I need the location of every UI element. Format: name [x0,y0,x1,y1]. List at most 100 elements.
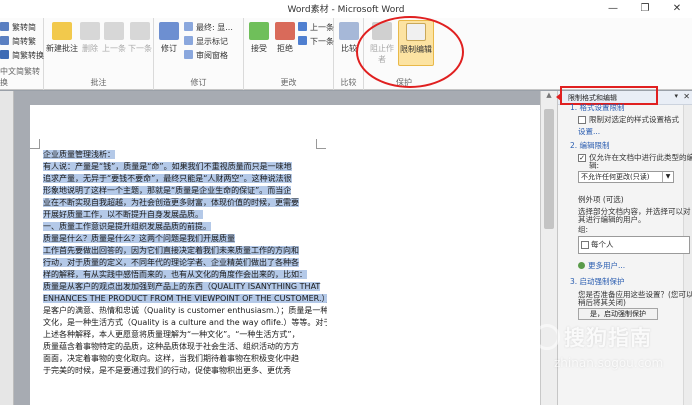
vertical-ruler [0,91,14,405]
editing-restrictions-heading: 2. 编辑限制 [570,141,610,150]
comment-icon [52,22,72,40]
watermark: 搜狗指南 zhinan.sogou.com [530,322,692,402]
chevron-down-icon: ▼ [662,172,673,182]
track-changes-button[interactable]: 修订 [157,22,181,54]
reject-button[interactable]: 拒绝 [273,22,297,54]
line-text: 是客户的满意、热情和忠诚（Quality is customer enthusi… [43,306,327,315]
selected-text: 一、质量工作意识是提升组织发展品质的前提。 [43,222,211,231]
pane-close-icon[interactable]: ✕ [683,92,690,101]
markup-icon [184,36,193,45]
restore-button[interactable]: ❐ [630,1,660,17]
text-line[interactable]: 样的解释，有从实践中感悟而来的，也有从文化的角度作会出来的，比如： [43,269,327,281]
convert-icon [0,50,9,59]
convert-icon [0,36,9,45]
line-text: 于完美的时候，是不是要通过我们的行动，促使事物积出更多、更优秀 [43,366,291,375]
text-line[interactable]: 业在不断实现自我超越，为社会创造更多财富，体现价值的时候，更需要 [43,197,327,209]
selected-text: ENHANCES THE PRODUCT FROM THE VIEWPOINT … [43,294,327,303]
minimize-button[interactable]: — [598,1,628,17]
prev-comment-icon [104,22,124,40]
text-line[interactable]: 行动，对于质量的定义，不同年代的理论学者、企业精英们做出了各种各 [43,257,327,269]
tracking-group: 修订 最终: 显... 显示标记 审阅窗格 修订 [154,18,244,90]
next-arrow-icon [298,36,307,45]
show-markup-button[interactable]: 显示标记 [184,36,228,48]
prev-comment-button[interactable]: 上一条 [102,22,126,54]
group-label: 中文简繁转换 [0,67,40,87]
selected-text: 有人说：产量是“钱”，质量是“命”。如果我们不重视质量而只是一味地 [43,162,292,171]
group-label: 比较 [340,78,357,87]
scroll-up-icon[interactable]: ▲ [541,91,557,103]
start-enforcing-protection-button[interactable]: 是，启动强制保护 [578,308,658,320]
text-line[interactable]: 开展好质量工作，以不断提升自身发展品质。 [43,209,327,221]
text-line[interactable]: 一、质量工作意识是提升组织发展品质的前提。 [43,221,327,233]
text-line[interactable]: 工作首先要做出回答的，因为它们直接决定着我们未来质量工作的方向和 [43,245,327,257]
title-bar: Word素材 - Microsoft Word — ❐ ✕ [0,0,692,18]
text-line[interactable]: 企业质量管理浅析： [43,149,327,161]
everyone-label: 每个人 [591,240,614,249]
text-line[interactable]: 形象地说明了这样一个主题，那就是“质量是企业生命的保证”。而当企 [43,185,327,197]
review-pane-button[interactable]: 审阅窗格 [184,50,228,62]
annotation-ellipse [356,16,464,88]
format-settings-link[interactable]: 设置... [578,127,600,137]
scrollbar-thumb[interactable] [544,109,554,229]
editing-restriction-label-cont: 辑: [589,161,600,170]
selected-text: 业在不断实现自我超越，为社会创造更多财富，体现价值的时候，更需要 [43,198,299,207]
line-text: 面面，决定着事物的变化取向。这样，当我们期待着事物在积极变化中趋 [43,354,299,363]
convert-icon [0,22,9,31]
line-text: 文化，是一种生活方式（Quality is a culture and the … [43,318,327,327]
compare-icon [339,22,359,40]
watermark-url: zhinan.sogou.com [554,356,664,370]
text-line[interactable]: 面面，决定着事物的变化取向。这样，当我们期待着事物在积极变化中趋 [43,353,327,365]
everyone-checkbox[interactable] [581,241,589,249]
text-line[interactable]: 有人说：产量是“钱”，质量是“命”。如果我们不重视质量而只是一味地 [43,161,327,173]
changes-group: 接受 拒绝 上一条 下一条 更改 [244,18,334,90]
selected-text: 企业质量管理浅析： [43,150,115,159]
text-line[interactable]: 质量是什么？质量是什么？这两个问题是我们开展质量 [43,233,327,245]
selected-text: 质量是什么？质量是什么？这两个问题是我们开展质量 [43,234,235,243]
editing-restriction-checkbox[interactable]: ✓ [578,154,586,162]
text-line[interactable]: 于完美的时候，是不是要通过我们的行动，促使事物积出更多、更优秀 [43,365,327,377]
text-line[interactable]: 是客户的满意、热情和忠诚（Quality is customer enthusi… [43,305,327,317]
document-icon [184,22,193,31]
pane-menu-icon[interactable]: ▾ [674,92,678,100]
selected-text: 形象地说明了这样一个主题，那就是“质量是企业生命的保证”。而当企 [43,186,292,195]
document-text[interactable]: 企业质量管理浅析： 有人说：产量是“钱”，质量是“命”。如果我们不重视质量而只是一… [43,149,327,377]
new-comment-button[interactable]: 新建批注 [46,22,78,54]
groups-listbox[interactable]: 每个人 [578,236,690,254]
annotation-arrow-icon [556,93,561,101]
exceptions-heading: 例外项 (可选) [578,195,624,204]
selected-text: 质量是从客户的观点出发加强到产品上的东西（QUALITY ISANYTHING … [43,282,321,291]
next-comment-icon [130,22,150,40]
text-line[interactable]: 质量是从客户的观点出发加强到产品上的东西（QUALITY ISANYTHING … [43,281,327,293]
watermark-text: 搜狗指南 [564,326,652,350]
users-icon [578,262,585,269]
text-line[interactable]: 上述各种解释，本人更愿意将质量理解为“一种文化”。“一种生活方式”， [43,329,327,341]
trad-to-simp-button[interactable]: 繁转简 [0,22,36,34]
text-line[interactable]: 文化，是一种生活方式（Quality is a culture and the … [43,317,327,329]
chinese-conversion-group: 繁转简 简转繁 简繁转换 中文简繁转换 [0,18,44,90]
next-comment-button[interactable]: 下一条 [127,22,153,54]
text-line[interactable]: 质量蕴含着事物特定的品质，这种品质体现于社会生活、组织活动的方方 [43,341,327,353]
text-line[interactable]: ENHANCES THE PRODUCT FROM THE VIEWPOINT … [43,293,327,305]
close-button[interactable]: ✕ [662,1,692,17]
start-enforcement-heading: 3. 启动强制保护 [570,277,625,286]
editing-type-select[interactable]: 不允许任何更改(只读) ▼ [578,171,674,183]
document-area: 企业质量管理浅析： 有人说：产量是“钱”，质量是“命”。如果我们不重视质量而只是一… [0,91,557,405]
more-users-link[interactable]: 更多用户... [578,261,625,271]
format-restriction-checkbox[interactable] [578,116,586,124]
comments-group: 新建批注 删除 上一条 下一条 批注 [44,18,154,90]
prev-arrow-icon [298,22,307,31]
track-changes-icon [159,22,179,40]
next-change-button[interactable]: 下一条 [298,36,334,48]
prev-change-button[interactable]: 上一条 [298,22,334,34]
selected-text: 样的解释，有从实践中感悟而来的，也有从文化的角度作会出来的，比如： [43,270,307,279]
display-for-review-select[interactable]: 最终: 显... [184,22,233,34]
text-line[interactable]: 追求产量，无异于“要钱不要命”，最终只能是“人财两空”。这种说法很 [43,173,327,185]
group-label: 批注 [90,78,107,87]
accept-button[interactable]: 接受 [247,22,271,54]
exceptions-description-cont: 其进行编辑的用户。 [578,215,646,224]
simp-trad-convert-button[interactable]: 简繁转换 [0,50,44,62]
group-label: 更改 [280,78,297,87]
simp-to-trad-button[interactable]: 简转繁 [0,36,36,48]
delete-comment-button[interactable]: 删除 [80,22,100,54]
pane-icon [184,50,193,59]
